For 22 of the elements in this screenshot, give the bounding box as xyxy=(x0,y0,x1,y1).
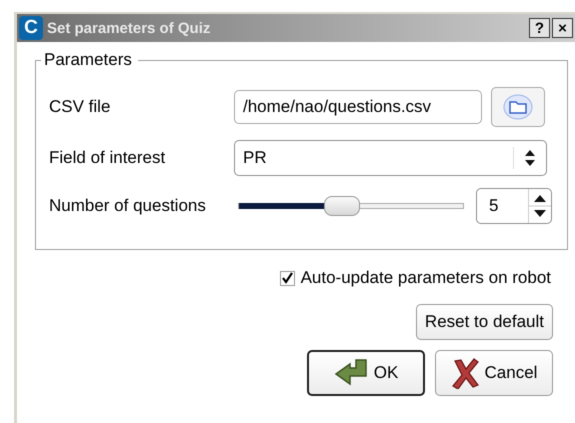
app-icon: C xyxy=(19,16,43,40)
spin-box[interactable]: 5 xyxy=(476,188,552,224)
file-path-field[interactable]: /home/nao/questions.csv xyxy=(234,90,482,124)
field-label: Field of interest xyxy=(49,148,166,168)
dropdown[interactable]: PR xyxy=(234,140,547,176)
window-title: Set parameters of Quiz xyxy=(47,20,212,36)
checkbox[interactable] xyxy=(280,270,295,286)
return-arrow-icon xyxy=(334,358,370,388)
field-label: Number of questions xyxy=(49,196,207,216)
browse-button[interactable] xyxy=(491,87,545,127)
field-label: CSV file xyxy=(49,97,112,117)
reset-button[interactable]: Reset to default xyxy=(416,304,553,340)
help-button[interactable]: ? xyxy=(529,18,550,38)
slider[interactable] xyxy=(238,196,464,216)
ok-button[interactable]: OK xyxy=(307,350,425,396)
cross-icon xyxy=(450,357,481,389)
checkbox-label: Auto-update parameters on robot xyxy=(300,268,551,288)
folder-icon xyxy=(503,94,533,120)
cancel-button[interactable]: Cancel xyxy=(435,350,553,396)
up-down-arrows-icon xyxy=(528,189,551,223)
slider-handle[interactable] xyxy=(324,196,360,216)
close-button[interactable]: × xyxy=(552,18,573,38)
